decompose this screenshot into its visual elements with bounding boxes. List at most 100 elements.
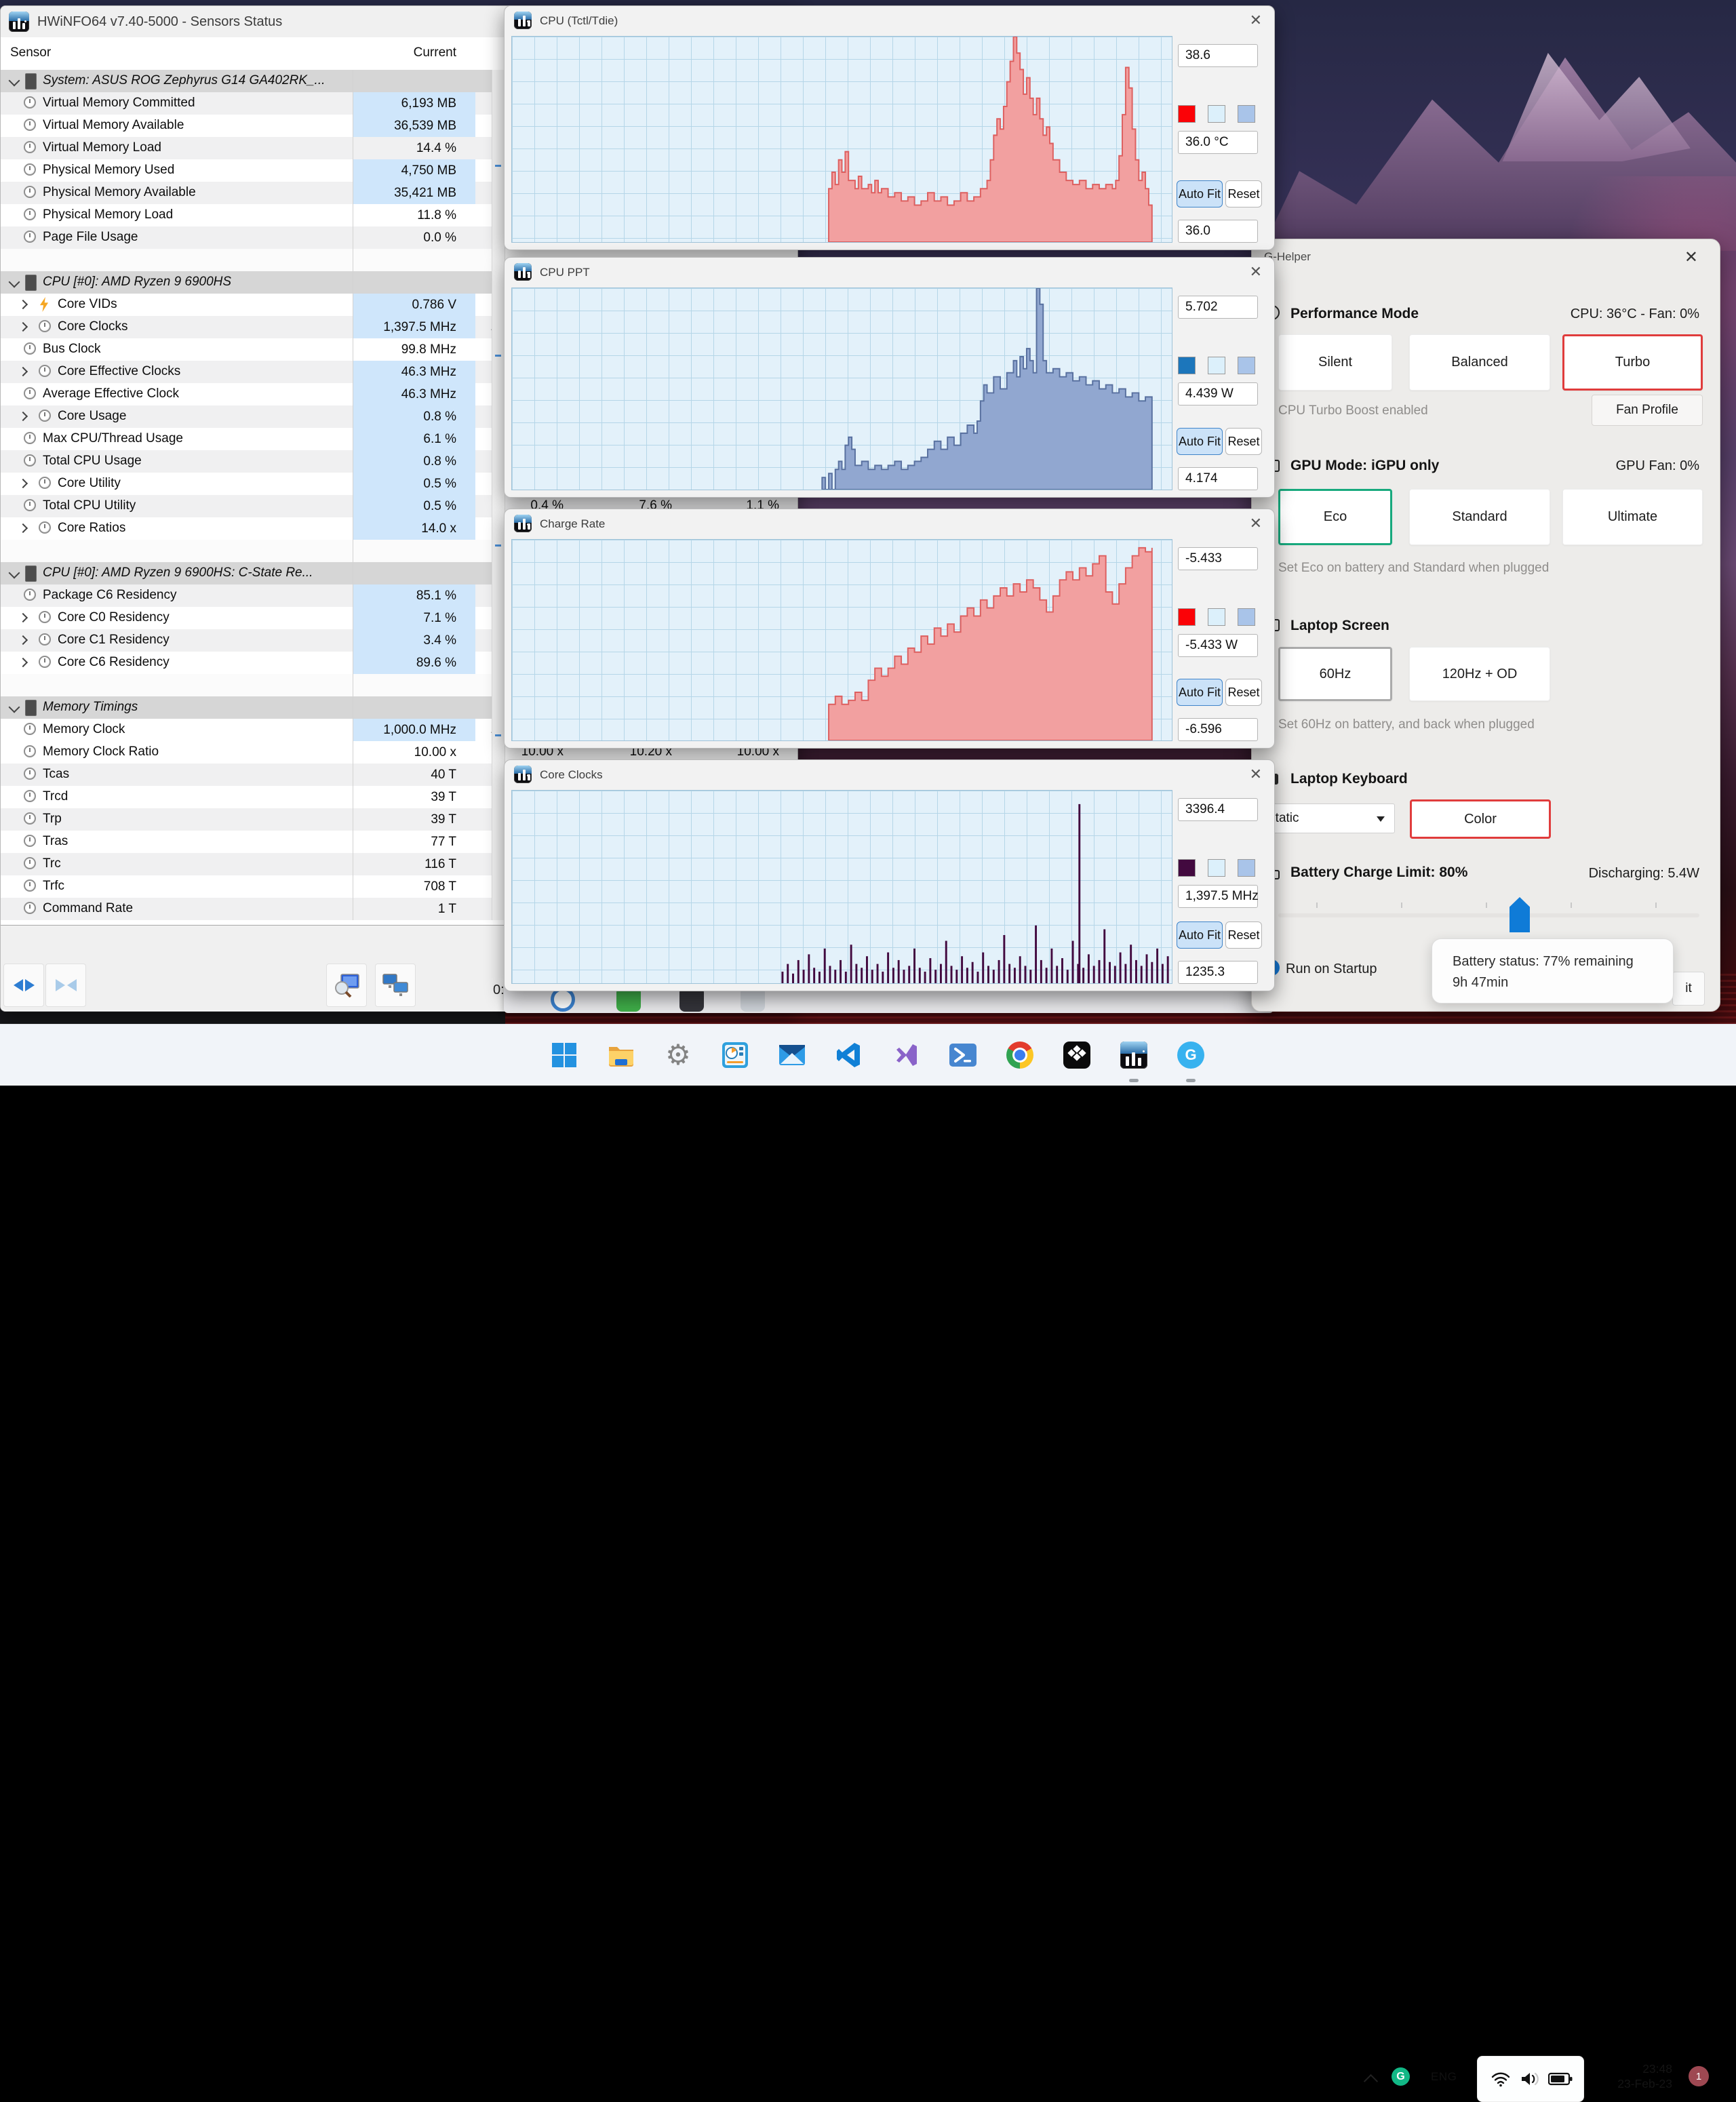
sensor-current-value: 0.0 % [423,231,456,245]
sensor-scrollbar[interactable] [492,70,505,920]
hwinfo-window-title: HWiNFO64 v7.40-5000 - Sensors Status [37,14,283,29]
reset-button[interactable]: Reset [1225,180,1262,207]
tooltip-line2: 9h 47min [1453,975,1509,990]
battery-limit-slider-track[interactable] [1278,913,1699,917]
chevron-right-icon[interactable] [18,411,28,422]
chevron-right-icon[interactable] [18,478,28,489]
column-header-sensor[interactable]: Sensor [10,45,51,60]
chevron-down-icon[interactable] [8,701,20,713]
reset-button[interactable]: Reset [1225,921,1262,949]
background-color-swatch[interactable] [1208,859,1225,877]
screen-magnifier-button[interactable] [326,964,367,1007]
background-color-swatch[interactable] [1208,608,1225,626]
notification-badge[interactable]: 1 [1689,2066,1709,2086]
chrome-button[interactable] [991,1025,1048,1086]
mail-button[interactable] [764,1025,821,1086]
perf-silent-button[interactable]: Silent [1278,334,1392,391]
screen-120hz-button[interactable]: 120Hz + OD [1409,647,1550,701]
graph-current-value: 4.439 W [1178,382,1258,405]
close-icon[interactable]: ✕ [1250,767,1262,782]
sensor-clock-icon [39,410,51,422]
sensor-current-value: 39 T [431,812,456,827]
sensor-label: Bus Clock [43,342,101,356]
start-button[interactable] [536,1025,593,1086]
grammarly-tray-icon[interactable]: G [1392,2067,1410,2086]
sensor-group-label: CPU [#0]: AMD Ryzen 9 6900HS [43,275,232,289]
grid-color-swatch[interactable] [1238,357,1255,374]
remote-monitors-button[interactable] [375,964,416,1007]
collapse-columns-button[interactable] [45,964,86,1007]
close-icon[interactable]: ✕ [1250,264,1262,279]
clock[interactable]: 23:48 23-Feb-23 [1617,2061,1672,2091]
perf-turbo-button[interactable]: Turbo [1562,334,1703,391]
chevron-right-icon[interactable] [18,657,28,668]
gpu-eco-button[interactable]: Eco [1278,489,1392,545]
graph-color-swatch[interactable] [1178,859,1196,877]
tidal-button[interactable] [1048,1025,1105,1086]
chevron-down-icon[interactable] [8,75,20,87]
hwinfo-taskbar-button[interactable] [1105,1025,1162,1086]
ghelper-taskbar-button[interactable]: G [1162,1025,1219,1086]
reset-button[interactable]: Reset [1225,428,1262,455]
sensor-label: Virtual Memory Committed [43,96,195,110]
keyboard-mode-dropdown[interactable]: Static [1255,804,1395,833]
settings-button[interactable]: ⚙ [650,1025,707,1086]
expand-columns-button[interactable] [3,964,44,1007]
run-on-startup-label[interactable]: Run on Startup [1286,961,1377,977]
autofit-button[interactable]: Auto Fit [1177,180,1223,207]
vscode-button[interactable] [821,1025,877,1086]
visual-studio-button[interactable] [877,1025,934,1086]
chevron-right-icon[interactable] [18,321,28,332]
wifi-icon [1491,2072,1510,2087]
sensor-current-value: 40 T [431,768,456,782]
graph-color-swatch[interactable] [1178,608,1196,626]
gpu-ultimate-button[interactable]: Ultimate [1562,489,1703,545]
close-icon[interactable]: ✕ [1250,516,1262,531]
chevron-right-icon[interactable] [18,366,28,377]
powershell-button[interactable] [934,1025,991,1086]
battery-limit-slider-thumb[interactable] [1510,897,1530,932]
tray-overflow-chevron[interactable] [1363,2074,1379,2089]
grid-color-swatch[interactable] [1238,859,1255,877]
perf-balanced-button[interactable]: Balanced [1409,334,1550,391]
chevron-right-icon[interactable] [18,299,28,310]
sensor-label: Package C6 Residency [43,588,177,602]
fan-profile-button[interactable]: Fan Profile [1592,395,1703,426]
close-icon[interactable]: ✕ [1684,247,1698,267]
tray-date: 23-Feb-23 [1617,2077,1672,2090]
tray-status-area[interactable] [1477,2056,1584,2102]
graph-title: Charge Rate [540,517,606,530]
close-icon[interactable]: ✕ [1250,13,1262,28]
screen-60hz-button[interactable]: 60Hz [1278,647,1392,701]
chevron-down-icon[interactable] [8,276,20,288]
autofit-button[interactable]: Auto Fit [1177,679,1223,706]
arrow-left-icon [66,979,77,991]
grid-color-swatch[interactable] [1238,105,1255,123]
column-header-current[interactable]: Current [414,45,456,60]
keyboard-color-button[interactable]: Color [1410,799,1551,839]
file-explorer-button[interactable] [593,1025,650,1086]
system-monitor-button[interactable] [707,1025,764,1086]
autofit-button[interactable]: Auto Fit [1177,428,1223,455]
chevron-down-icon[interactable] [8,567,20,579]
chevron-right-icon[interactable] [18,523,28,534]
chevron-right-icon[interactable] [18,635,28,646]
screen-note: Set 60Hz on battery, and back when plugg… [1278,717,1535,732]
sensor-current-value: 10.00 x [414,745,456,759]
graph-color-swatch[interactable] [1178,105,1196,123]
sensor-clock-icon [24,141,36,153]
graph-color-swatch[interactable] [1178,357,1196,374]
quit-button-fragment[interactable]: it [1672,972,1705,1006]
language-indicator[interactable]: ENG [1431,2070,1457,2084]
autofit-button[interactable]: Auto Fit [1177,921,1223,949]
graph-max-value: 38.6 [1178,44,1258,67]
background-color-swatch[interactable] [1208,105,1225,123]
sensor-group-label: Memory Timings [43,700,138,714]
chevron-right-icon[interactable] [18,612,28,623]
reset-button[interactable]: Reset [1225,679,1262,706]
gpu-standard-button[interactable]: Standard [1409,489,1550,545]
background-color-swatch[interactable] [1208,357,1225,374]
hwinfo-app-icon [514,766,532,783]
grid-color-swatch[interactable] [1238,608,1255,626]
sensor-current-value: 46.3 MHz [353,361,475,383]
